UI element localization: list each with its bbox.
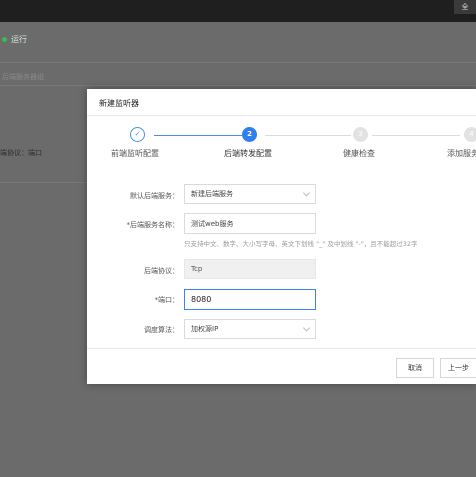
status-text: 运行 — [11, 34, 27, 44]
status-indicator: 运行 — [0, 30, 27, 48]
background-divider — [0, 62, 476, 63]
top-bar: 全 — [0, 0, 476, 22]
step-frontend-config[interactable]: ✓ 前端监听配置 — [111, 127, 159, 158]
backend-name-value: 测试web服务 — [191, 219, 234, 228]
dialog-header-divider — [87, 115, 476, 116]
dialog-footer-divider — [87, 348, 476, 349]
default-backend-value: 新建后端服务 — [191, 190, 233, 198]
step-label: 添加服务 — [447, 149, 476, 158]
default-backend-label: 默认后端服务： — [130, 192, 179, 200]
window-corner-button[interactable]: 全 — [454, 0, 476, 14]
step-label: 健康检查 — [343, 149, 375, 158]
previous-step-button[interactable]: 上一步 — [440, 358, 476, 378]
step-connector — [154, 135, 242, 136]
step-label: 后端转发配置 — [224, 149, 272, 158]
backend-protocol-field: Tcp — [184, 259, 316, 279]
background-protocol-label: 端协议：端口 — [0, 149, 42, 157]
default-backend-select[interactable]: 新建后端服务 — [184, 184, 316, 204]
backend-name-hint: 只支持中文、数字、大小写字母、英文下划线 "_" 及中划线 "-"，且不能超过3… — [184, 240, 418, 248]
cancel-button[interactable]: 取消 — [396, 358, 434, 378]
background-row-label: 后端服务器组 — [2, 73, 44, 81]
step-health-check[interactable]: 3 健康检查 — [343, 127, 375, 158]
step-backend-forwarding[interactable]: 2 后端转发配置 — [224, 127, 272, 158]
background-divider — [0, 85, 476, 86]
chevron-down-icon — [302, 324, 311, 332]
backend-name-input[interactable]: 测试web服务 — [184, 213, 316, 234]
step-number: 2 — [242, 127, 257, 142]
dialog-title: 新建监听器 — [99, 99, 139, 108]
step-label: 前端监听配置 — [111, 149, 159, 158]
backend-name-label: *后端服务名称： — [126, 221, 180, 229]
backend-protocol-label: 后端协议： — [144, 267, 179, 275]
step-add-service[interactable]: 4 添加服务 — [447, 127, 476, 158]
status-dot-icon — [2, 36, 7, 42]
new-listener-dialog: 新建监听器 ✓ 前端监听配置 2 后端转发配置 3 健康检查 4 添加服务 默认… — [87, 89, 476, 384]
step-number: 3 — [353, 127, 368, 142]
port-input[interactable]: 8080 — [184, 289, 316, 310]
scheduling-value: 加权源IP — [191, 325, 219, 333]
step-number: 4 — [464, 127, 476, 142]
step-connector — [265, 135, 351, 136]
step-connector — [372, 135, 460, 136]
check-icon: ✓ — [130, 127, 145, 142]
scheduling-select[interactable]: 加权源IP — [184, 319, 316, 339]
chevron-down-icon — [302, 189, 311, 197]
backend-protocol-value: Tcp — [191, 265, 203, 273]
port-value: 8080 — [191, 295, 212, 304]
port-label: *端口： — [154, 296, 180, 304]
scheduling-label: 调度算法： — [144, 326, 179, 334]
